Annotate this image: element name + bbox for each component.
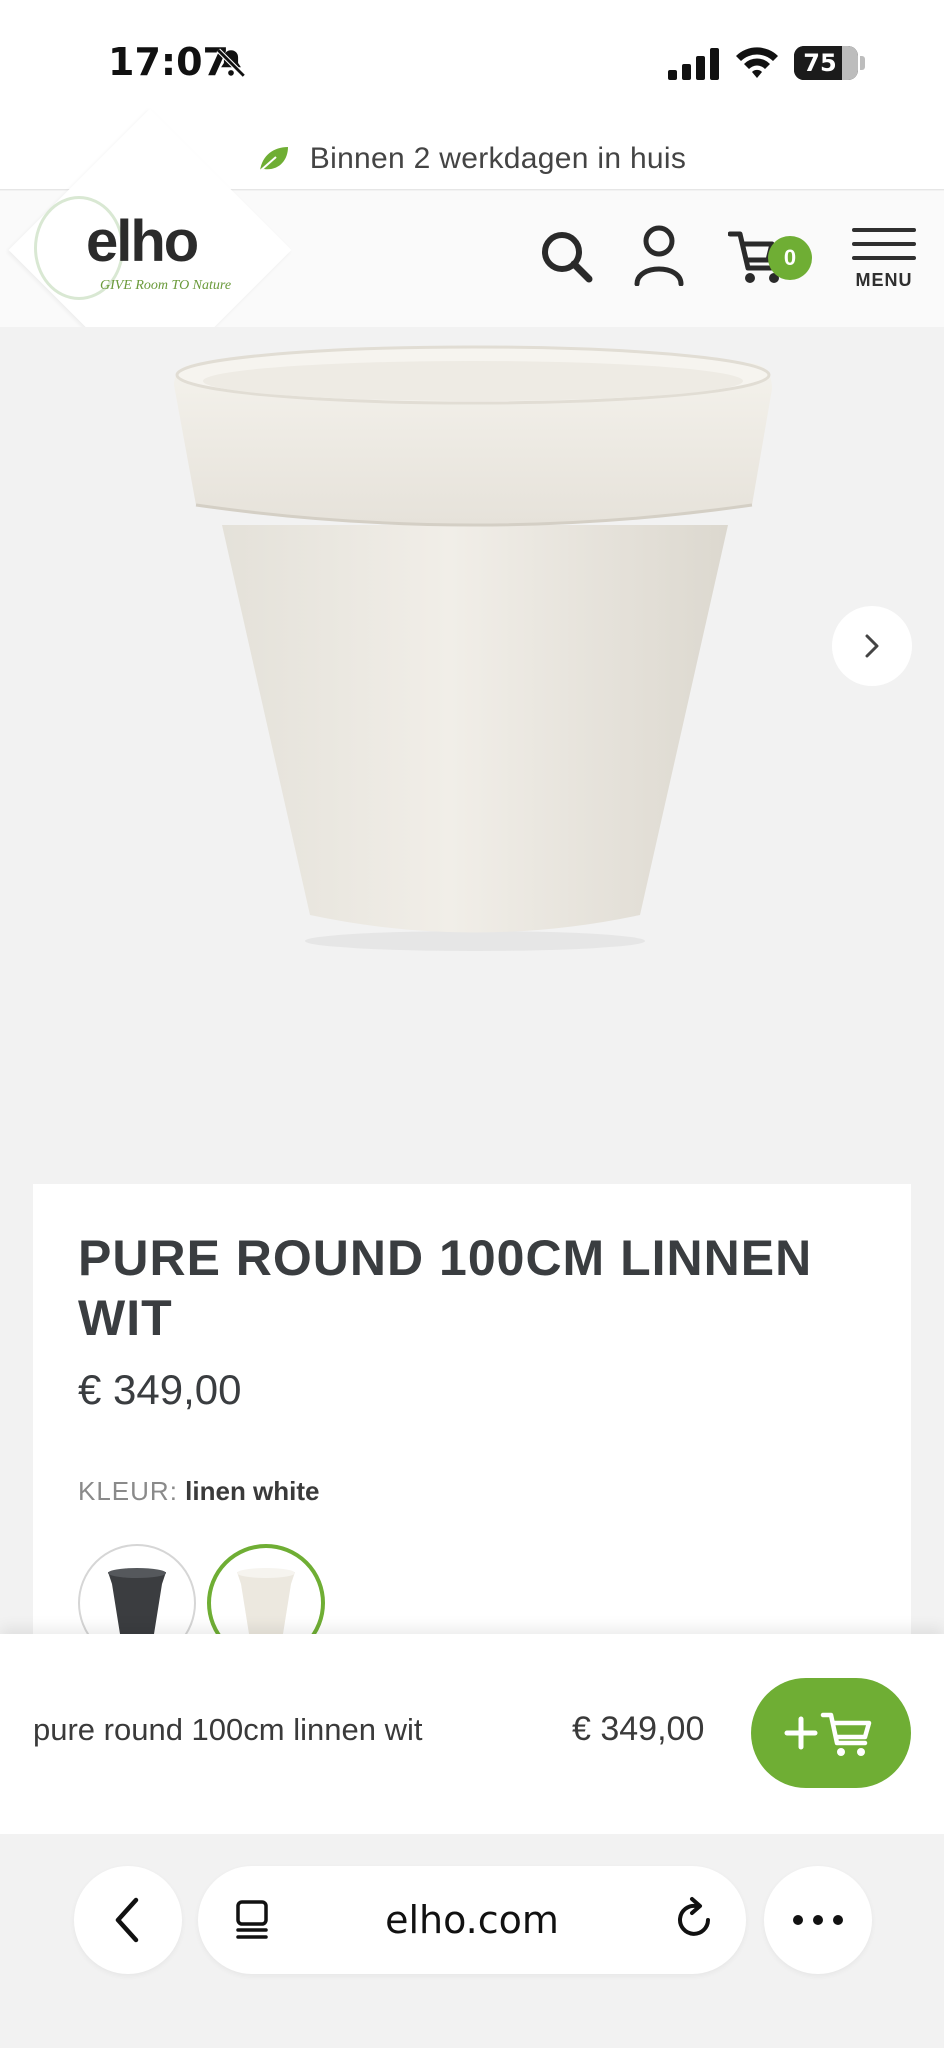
sticky-product-price: € 349,00 (572, 1710, 705, 1748)
sticky-add-to-cart-bar: pure round 100cm linnen wit € 349,00 (0, 1634, 944, 1834)
color-label: KLEUR: (78, 1476, 178, 1506)
status-bar: 17:07 75 (0, 0, 944, 128)
cart-count-badge: 0 (768, 236, 812, 280)
sticky-product-name: pure round 100cm linnen wit (33, 1712, 423, 1747)
battery-indicator: 75 (794, 46, 858, 80)
wifi-icon (736, 47, 778, 78)
add-to-cart-button[interactable] (751, 1678, 911, 1788)
signal-icon (668, 48, 719, 80)
leaf-icon (259, 146, 288, 172)
more-dots-icon (793, 1915, 843, 1925)
bell-off-icon (216, 48, 246, 78)
product-price: € 349,00 (78, 1366, 242, 1413)
browser-more-button[interactable] (764, 1866, 872, 1974)
dark-pot-thumbnail (108, 1568, 166, 1637)
address-bar[interactable]: elho.com (198, 1866, 746, 1974)
product-title: PURE ROUND 100CM LINNEN WIT (78, 1230, 813, 1346)
white-pot-thumbnail (237, 1568, 295, 1637)
battery-percent: 75 (803, 49, 837, 77)
shipping-text: Binnen 2 werkdagen in huis (309, 141, 687, 175)
battery-nub (860, 56, 865, 70)
color-value: linen white (185, 1476, 320, 1506)
logo-tagline: GIVE Room TO Nature (100, 278, 232, 293)
account-icon[interactable] (632, 224, 686, 286)
chevron-right-icon (865, 634, 879, 658)
browser-back-button[interactable] (74, 1866, 182, 1974)
gallery-next-button[interactable] (832, 606, 912, 686)
add-to-cart-icon (784, 1712, 872, 1756)
chevron-left-icon (115, 1897, 139, 1943)
elho-logo[interactable]: elho GIVE Room TO Nature (30, 186, 250, 306)
status-time: 17:07 (108, 40, 229, 84)
url-text: elho.com (385, 1898, 559, 1942)
color-selector-label: KLEUR: linen white (78, 1476, 320, 1507)
menu-button[interactable]: MENU (852, 228, 916, 302)
search-icon[interactable] (538, 228, 594, 284)
hamburger-icon (852, 228, 916, 260)
reload-icon[interactable] (672, 1896, 718, 1944)
product-image (174, 345, 772, 951)
menu-label: MENU (855, 270, 913, 290)
logo-text: elho (86, 209, 199, 274)
product-info-card: PURE ROUND 100CM LINNEN WIT € 349,00 KLE… (33, 1184, 911, 1704)
